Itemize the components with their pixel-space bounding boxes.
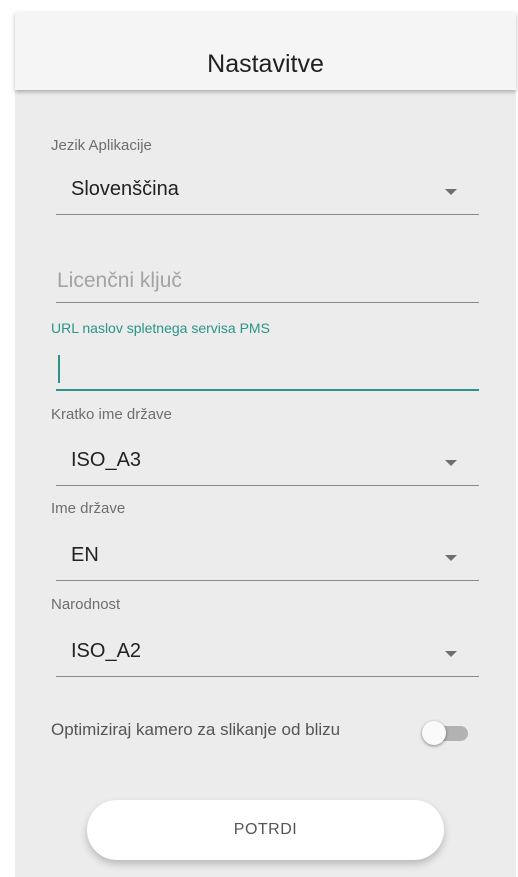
toggle-thumb bbox=[422, 721, 446, 745]
dropdown-caret-icon bbox=[445, 189, 457, 195]
license-key-input[interactable] bbox=[56, 259, 479, 303]
settings-form: Jezik Aplikacije Slovenščina URL naslov … bbox=[15, 90, 516, 877]
dropdown-caret-icon bbox=[445, 460, 457, 466]
pms-url-input[interactable] bbox=[56, 347, 479, 391]
nationality-label: Narodnost bbox=[51, 596, 121, 613]
country-short-select-value: ISO_A3 bbox=[71, 449, 142, 471]
close-camera-toggle[interactable] bbox=[422, 721, 468, 745]
settings-screen: Nastavitve Jezik Aplikacije Slovenščina … bbox=[0, 0, 518, 877]
language-label: Jezik Aplikacije bbox=[51, 137, 152, 154]
country-name-select[interactable]: EN bbox=[56, 540, 479, 581]
page-title: Nastavitve bbox=[207, 50, 324, 78]
dropdown-caret-icon bbox=[445, 555, 457, 561]
close-camera-label: Optimiziraj kamero za slikanje od blizu bbox=[51, 720, 341, 739]
language-select[interactable]: Slovenščina bbox=[56, 174, 479, 215]
nationality-select[interactable]: ISO_A2 bbox=[56, 636, 479, 677]
language-select-value: Slovenščina bbox=[71, 178, 179, 200]
dropdown-caret-icon bbox=[445, 651, 457, 657]
country-short-select[interactable]: ISO_A3 bbox=[56, 445, 479, 486]
country-short-label: Kratko ime države bbox=[51, 406, 172, 423]
text-cursor bbox=[58, 355, 60, 383]
country-name-label: Ime države bbox=[51, 500, 126, 517]
nationality-select-value: ISO_A2 bbox=[71, 640, 142, 662]
confirm-button[interactable]: POTRDI bbox=[87, 800, 444, 860]
pms-url-label: URL naslov spletnega servisa PMS bbox=[51, 320, 270, 336]
country-name-select-value: EN bbox=[71, 544, 99, 566]
app-bar: Nastavitve bbox=[15, 12, 516, 90]
